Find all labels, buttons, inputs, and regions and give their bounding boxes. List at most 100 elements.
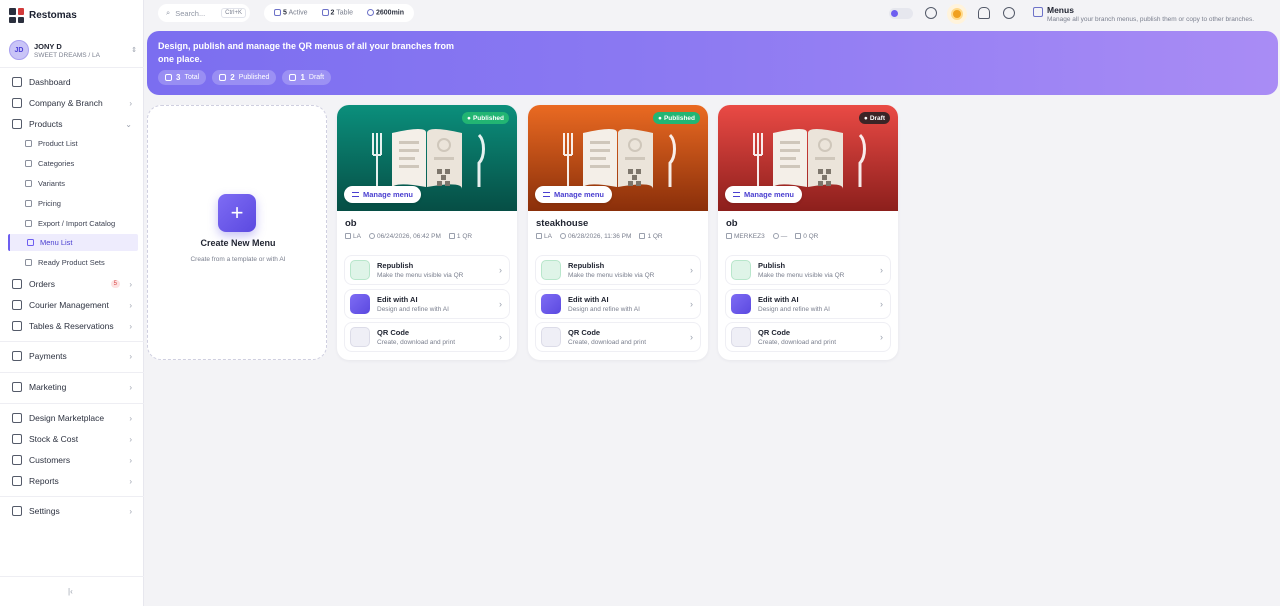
manage-menu-button[interactable]: Manage menu	[535, 186, 613, 203]
table-icon	[321, 9, 329, 17]
sidebar-item-label: Export / Import Catalog	[38, 219, 116, 228]
menu-card: ● Draft Manage menu ob MERKEZ3 — 0 QR Pub…	[718, 105, 898, 360]
sidebar-subitem-variants[interactable]: Variants	[8, 175, 138, 192]
menu-meta: LA 06/24/2026, 06:42 PM 1 QR	[345, 233, 472, 240]
action-title: QR Code	[568, 328, 601, 337]
app-logo[interactable]: Restomas	[9, 8, 77, 23]
search-icon: ⌕	[166, 8, 171, 17]
sidebar-item-label: Reports	[29, 476, 59, 486]
minutes-stat[interactable]: 2600min	[367, 9, 404, 17]
status-badge: ● Published	[462, 112, 509, 124]
publish-action[interactable]: Republish Make the menu visible via QR ›	[535, 255, 701, 285]
sidebar-item-orders[interactable]: Orders 5 ›	[8, 275, 136, 293]
menu-meta: LA 06/28/2026, 11:36 PM 1 QR	[536, 233, 663, 240]
sidebar-item-label: Pricing	[38, 199, 61, 208]
bell-icon[interactable]	[978, 7, 990, 19]
live-stats: 5 Active 2 Table 2600min	[264, 4, 415, 22]
page-title: Menus	[1047, 5, 1074, 15]
theme-toggle[interactable]	[947, 4, 967, 24]
globe-icon[interactable]	[1003, 7, 1015, 19]
menu-meta: MERKEZ3 — 0 QR	[726, 233, 818, 240]
broadcast-icon	[219, 74, 227, 81]
qr-meta: 0 QR	[795, 233, 818, 240]
sidebar-subitem-product-list[interactable]: Product List	[8, 135, 138, 152]
sidebar-item-company-branch[interactable]: Company & Branch ›	[8, 94, 136, 112]
sidebar-item-marketing[interactable]: Marketing ›	[8, 378, 136, 396]
status-badge: ● Draft	[858, 112, 890, 124]
status-badge: ● Published	[653, 112, 700, 124]
qr-code-icon	[350, 327, 370, 347]
sidebar-item-label: Settings	[29, 506, 60, 516]
status-icon: ●	[467, 114, 471, 122]
sidebar-subitem-categories[interactable]: Categories	[8, 155, 138, 172]
menu-name: ob	[345, 218, 357, 229]
tables-stat[interactable]: 2 Table	[321, 9, 353, 17]
manage-menu-button[interactable]: Manage menu	[725, 186, 803, 203]
sidebar-subitem-menu-list[interactable]: Menu List	[8, 234, 138, 251]
create-menu-card[interactable]: + Create New Menu Create from a template…	[147, 105, 327, 360]
action-title: QR Code	[758, 328, 791, 337]
list-icon	[25, 140, 32, 147]
sidebar-item-label: Dashboard	[29, 77, 71, 87]
sidebar-item-stock-cost[interactable]: Stock & Cost ›	[8, 430, 136, 448]
sidebar-item-courier-management[interactable]: Courier Management ›	[8, 296, 136, 314]
sidebar-item-settings[interactable]: Settings ›	[8, 502, 136, 520]
mode-toggle[interactable]	[889, 8, 913, 19]
user-switcher[interactable]: JD JONY D SWEET DREAMS / LA ⇕	[9, 38, 137, 62]
published-chip[interactable]: 2 Published	[212, 70, 277, 85]
manage-menu-button[interactable]: Manage menu	[344, 186, 422, 203]
date-meta: 06/28/2026, 11:36 PM	[559, 233, 631, 240]
sidebar-item-products[interactable]: Products ⌄	[8, 115, 136, 133]
sidebar-item-label: Design Marketplace	[29, 413, 105, 423]
create-menu-title: Create New Menu	[200, 238, 276, 248]
chevron-right-icon: ›	[129, 455, 132, 465]
orders-count-badge: 5	[110, 280, 120, 288]
sidebar-item-tables-reservations[interactable]: Tables & Reservations ›	[8, 317, 136, 335]
menu-cover[interactable]: ● Published Manage menu	[337, 105, 517, 211]
chevron-updown-icon: ⇕	[131, 47, 137, 54]
search-input[interactable]: ⌕ Search... Ctrl+K	[158, 4, 250, 22]
qr-code-action[interactable]: QR Code Create, download and print ›	[725, 322, 891, 352]
total-chip[interactable]: 3 Total	[158, 70, 207, 85]
menu-cover[interactable]: ● Published Manage menu	[528, 105, 708, 211]
building-icon	[536, 233, 542, 240]
box-icon	[12, 119, 22, 129]
gear-icon	[12, 506, 22, 516]
edit-with-ai-action[interactable]: Edit with AI Design and refine with AI ›	[535, 289, 701, 319]
divider	[0, 496, 144, 497]
branch-meta: LA	[345, 233, 361, 240]
building-icon	[345, 233, 351, 240]
layers-icon	[25, 180, 32, 187]
branch-meta: MERKEZ3	[726, 233, 765, 240]
action-title: Republish	[568, 261, 605, 270]
edit-with-ai-action[interactable]: Edit with AI Design and refine with AI ›	[344, 289, 510, 319]
action-subtitle: Make the menu visible via QR	[758, 272, 845, 279]
chevron-right-icon: ›	[499, 265, 502, 275]
collapse-sidebar-icon[interactable]: |‹	[68, 587, 73, 596]
sidebar-subitem-ready-product-sets[interactable]: Ready Product Sets	[8, 254, 138, 271]
clock-icon	[772, 233, 779, 240]
sidebar-subitem-pricing[interactable]: Pricing	[8, 195, 138, 212]
dashboard-icon	[12, 77, 22, 87]
sliders-icon	[733, 192, 740, 197]
draft-chip[interactable]: 1 Draft	[282, 70, 332, 85]
manage-menu-label: Manage menu	[744, 190, 795, 199]
sidebar-item-payments[interactable]: Payments ›	[8, 347, 136, 365]
menu-cover[interactable]: ● Draft Manage menu	[718, 105, 898, 211]
transfer-icon	[25, 220, 32, 227]
headset-icon[interactable]	[925, 7, 937, 19]
sidebar-item-customers[interactable]: Customers ›	[8, 451, 136, 469]
active-orders-stat[interactable]: 5 Active	[274, 9, 308, 17]
edit-with-ai-action[interactable]: Edit with AI Design and refine with AI ›	[725, 289, 891, 319]
sidebar-item-reports[interactable]: Reports ›	[8, 472, 136, 490]
publish-action[interactable]: Republish Make the menu visible via QR ›	[344, 255, 510, 285]
sidebar-item-dashboard[interactable]: Dashboard	[8, 73, 136, 91]
qr-code-action[interactable]: QR Code Create, download and print ›	[535, 322, 701, 352]
building-icon	[726, 233, 732, 240]
publish-action[interactable]: Publish Make the menu visible via QR ›	[725, 255, 891, 285]
menu-name: steakhouse	[536, 218, 589, 229]
sidebar-item-design-marketplace[interactable]: Design Marketplace ›	[8, 409, 136, 427]
qr-code-action[interactable]: QR Code Create, download and print ›	[344, 322, 510, 352]
chevron-right-icon: ›	[129, 98, 132, 108]
sidebar-subitem-export-import[interactable]: Export / Import Catalog	[8, 215, 138, 232]
